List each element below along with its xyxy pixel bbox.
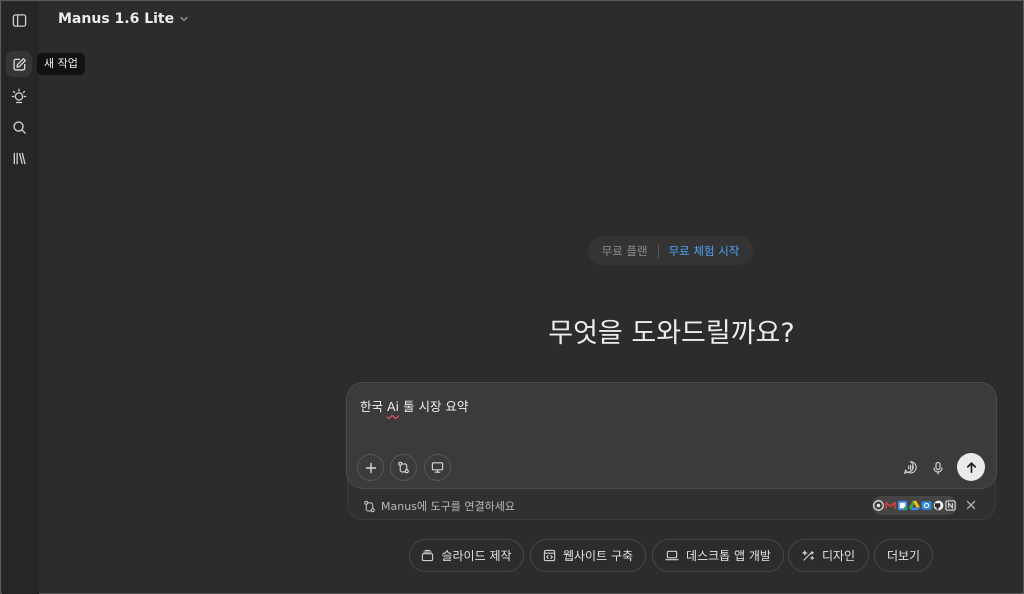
prompt-text-part: 툴 시장 요약 [399, 399, 469, 414]
close-icon [966, 500, 976, 510]
quick-action-website[interactable]: 웹사이트 구축 [530, 539, 646, 572]
agent-button[interactable] [6, 83, 32, 109]
send-button[interactable] [957, 453, 985, 481]
prompt-text-part: 한국 [360, 399, 387, 414]
connectors-button[interactable] [390, 454, 417, 481]
computer-button[interactable] [424, 454, 451, 481]
voice-chat-icon [903, 461, 917, 474]
plan-pill: 무료 플랜 무료 체험 시작 [588, 236, 753, 265]
outlook-icon [921, 500, 932, 511]
divider [657, 243, 659, 258]
chrome-icon [873, 500, 884, 511]
laptop-icon [665, 550, 679, 561]
model-selector[interactable]: Manus 1.6 Lite [58, 8, 189, 30]
sidebar-toggle-icon [12, 13, 26, 27]
start-free-trial-link[interactable]: 무료 체험 시작 [669, 243, 740, 259]
quick-action-label: 웹사이트 구축 [562, 549, 634, 563]
connect-tools-text: Manus에 도구를 연결하세요 [381, 500, 515, 513]
google-drive-icon [909, 500, 920, 511]
plus-icon [365, 462, 376, 473]
connector-icon [398, 461, 409, 474]
edit-icon [12, 57, 26, 71]
search-button[interactable] [6, 114, 32, 140]
app-window: 새 작업 Manus 1.6 Lite 무료 플랜 무료 체험 시작 무엇을 도… [0, 0, 1024, 594]
left-sidebar [2, 2, 39, 594]
chevron-down-icon [180, 16, 188, 22]
library-button[interactable] [6, 145, 32, 171]
page-title: 무엇을 도와드릴까요? [548, 318, 795, 349]
github-icon [933, 500, 944, 511]
prompt-spellcheck-word: Ai [386, 399, 400, 414]
quick-action-label: 데스크톱 앱 개발 [686, 549, 771, 563]
quick-action-label: 슬라이드 제작 [441, 549, 512, 563]
google-calendar-icon [897, 500, 908, 511]
microphone-button[interactable] [924, 454, 951, 481]
quick-action-label: 더보기 [886, 549, 921, 563]
connector-icon [364, 500, 375, 512]
quick-action-more[interactable]: 더보기 [874, 539, 933, 572]
voice-chat-button[interactable] [897, 454, 924, 481]
design-icon [801, 550, 815, 561]
sidebar-toggle-button[interactable] [6, 7, 32, 33]
new-task-button[interactable] [6, 51, 32, 77]
quick-action-desktop-app[interactable]: 데스크톱 앱 개발 [652, 539, 784, 572]
library-icon [13, 152, 26, 164]
tool-icons-group[interactable] [872, 496, 957, 515]
composer: 한국 Ai 툴 시장 요약 [346, 382, 997, 489]
add-attachment-button[interactable] [357, 454, 384, 481]
connect-tools-link[interactable]: Manus에 도구를 연결하세요 [363, 497, 515, 515]
quick-action-slides[interactable]: 슬라이드 제작 [409, 539, 524, 572]
plan-label: 무료 플랜 [601, 243, 648, 258]
gmail-icon [885, 500, 896, 511]
slides-icon [422, 549, 434, 562]
quick-action-label: 디자인 [821, 549, 856, 563]
model-name: Manus 1.6 Lite [58, 11, 175, 27]
search-icon [12, 120, 26, 134]
notion-icon [945, 500, 956, 511]
dismiss-connect-bar-button[interactable] [964, 498, 978, 512]
arrow-up-icon [966, 461, 976, 473]
prompt-input[interactable]: 한국 Ai 툴 시장 요약 [360, 396, 468, 415]
website-icon [543, 549, 556, 562]
mic-icon [932, 461, 943, 475]
new-task-tooltip: 새 작업 [37, 53, 85, 75]
agent-icon [11, 88, 27, 104]
monitor-icon [431, 462, 444, 473]
quick-action-design[interactable]: 디자인 [788, 539, 869, 572]
